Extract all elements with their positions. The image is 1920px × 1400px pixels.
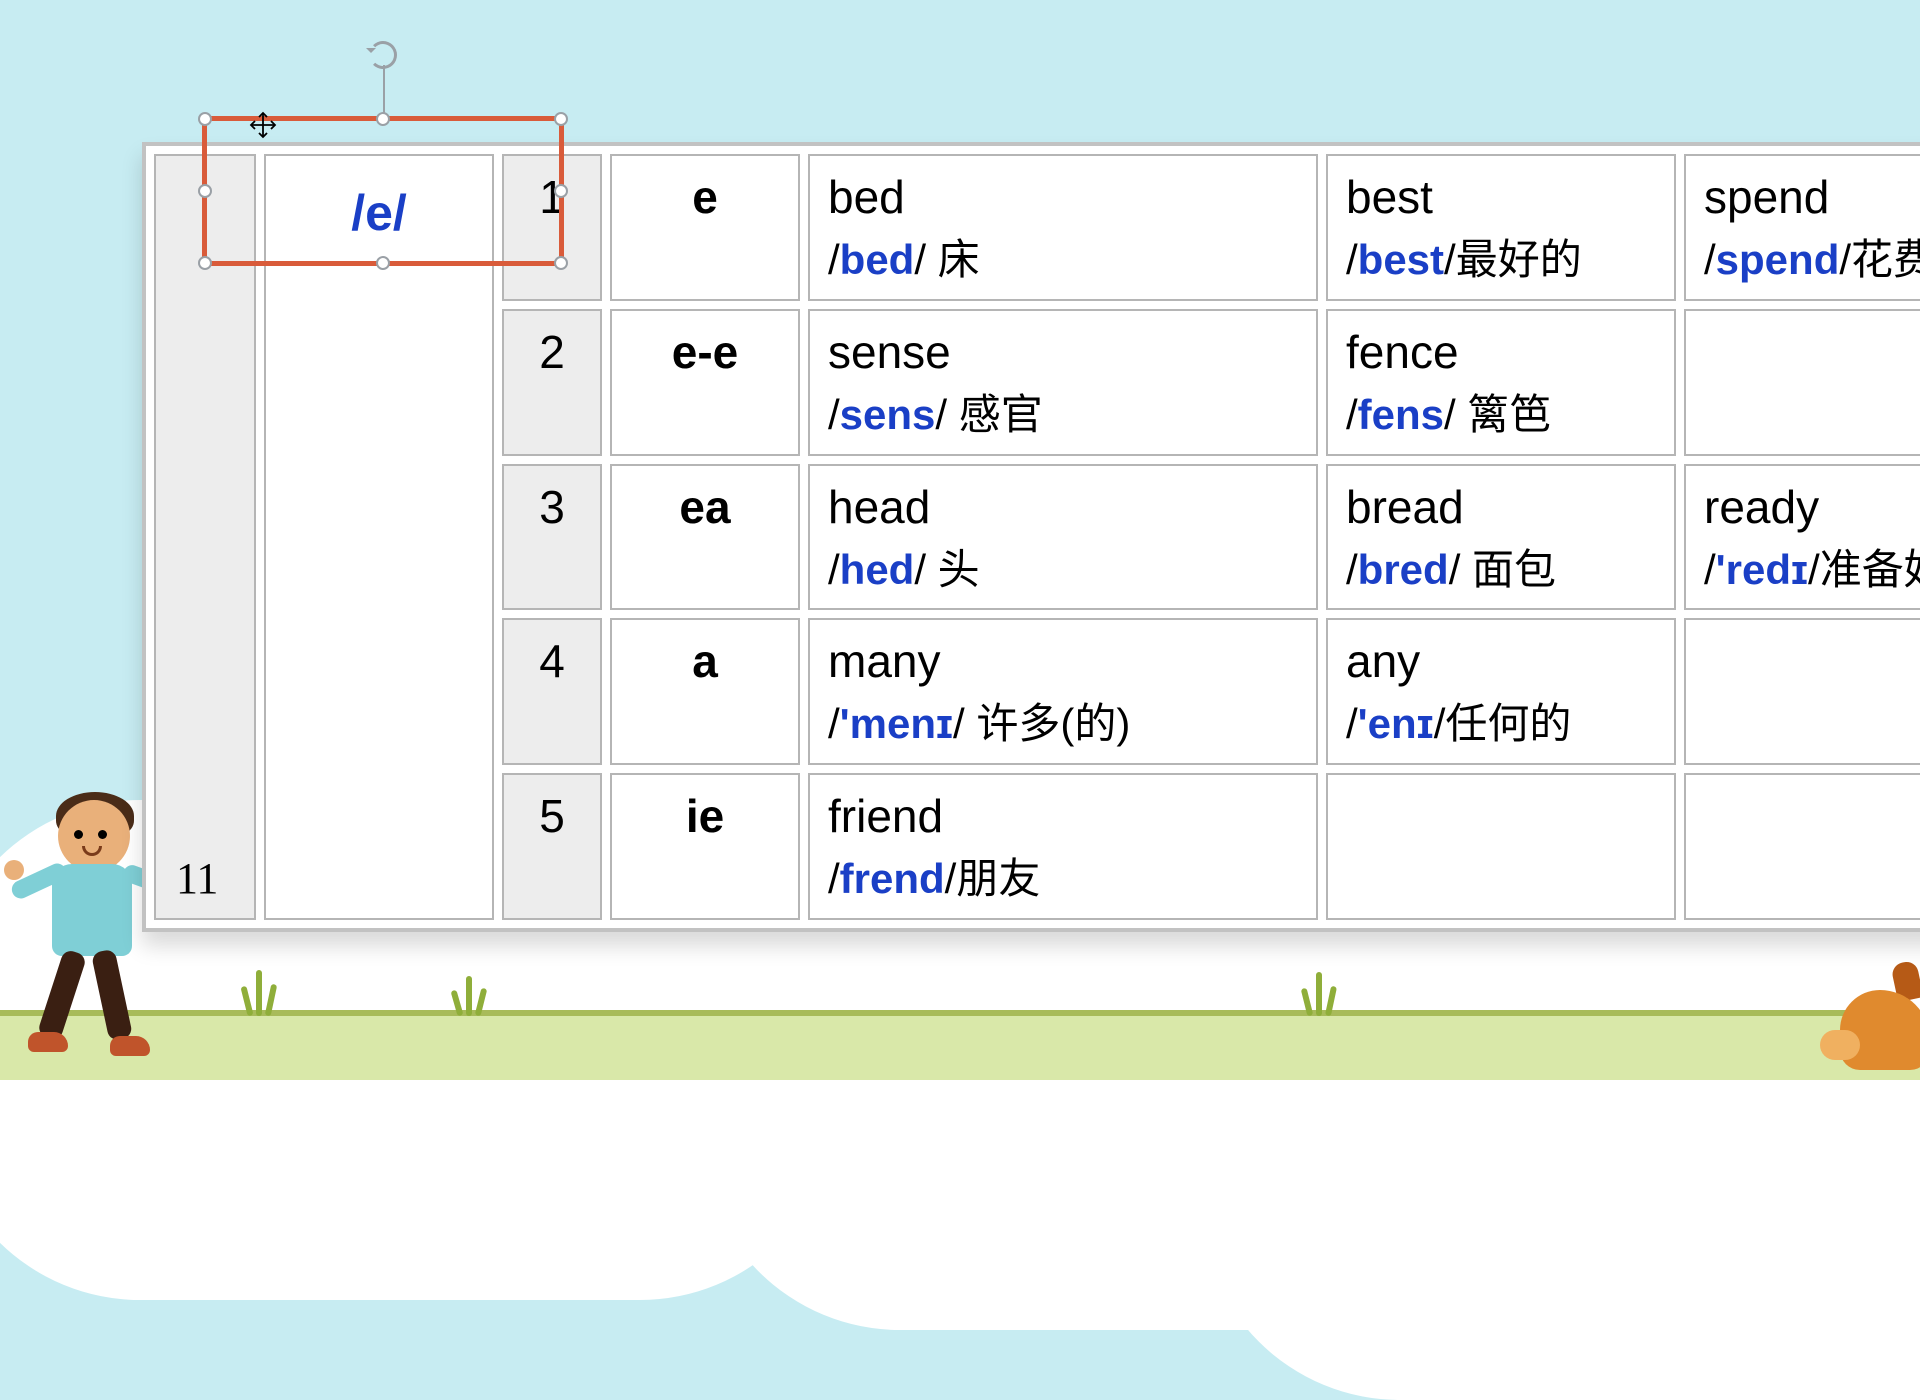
word-pronunciation: /hed/ 头 xyxy=(828,542,1298,599)
ground-decoration xyxy=(0,1010,1920,1080)
spelling-pattern: e-e xyxy=(610,309,800,456)
grass-decoration xyxy=(240,966,280,1016)
resize-handle-tr[interactable] xyxy=(554,112,568,126)
word-text: friend xyxy=(828,785,1298,847)
row-number: 5 xyxy=(502,773,602,920)
word-cell: bed/bed/ 床 xyxy=(808,154,1318,301)
word-cell-empty xyxy=(1684,618,1920,765)
word-cell: spend/spend/花费 xyxy=(1684,154,1920,301)
dog-illustration xyxy=(1810,950,1920,1070)
word-text: many xyxy=(828,630,1298,692)
word-cell: head/hed/ 头 xyxy=(808,464,1318,611)
word-text: bed xyxy=(828,166,1298,228)
word-text: head xyxy=(828,476,1298,538)
table-row: 11/e/1ebed/bed/ 床best/best/最好的spend/spen… xyxy=(154,154,1920,301)
row-number: 3 xyxy=(502,464,602,611)
word-cell: sense/sens/ 感官 xyxy=(808,309,1318,456)
resize-handle-tl[interactable] xyxy=(198,112,212,126)
spelling-pattern: ie xyxy=(610,773,800,920)
word-cell-empty xyxy=(1684,309,1920,456)
word-text: any xyxy=(1346,630,1656,692)
word-pronunciation: /'menɪ/ 许多(的) xyxy=(828,696,1298,753)
word-text: bread xyxy=(1346,476,1656,538)
word-cell: best/best/最好的 xyxy=(1326,154,1676,301)
word-cell: many/'menɪ/ 许多(的) xyxy=(808,618,1318,765)
spelling-pattern: a xyxy=(610,618,800,765)
word-text: spend xyxy=(1704,166,1920,228)
page-number: 11 xyxy=(176,854,218,903)
row-number: 1 xyxy=(502,154,602,301)
word-pronunciation: /best/最好的 xyxy=(1346,232,1656,289)
word-pronunciation: /'enɪ/任何的 xyxy=(1346,696,1656,753)
word-cell-empty xyxy=(1684,773,1920,920)
page-number-cell: 11 xyxy=(154,154,256,920)
word-text: ready xyxy=(1704,476,1920,538)
rotate-connector xyxy=(383,65,385,113)
sound-cell[interactable]: /e/ xyxy=(264,154,494,920)
sound-label: /e/ xyxy=(284,180,474,248)
word-pronunciation: /bed/ 床 xyxy=(828,232,1298,289)
word-cell: fence/fens/ 篱笆 xyxy=(1326,309,1676,456)
word-pronunciation: /spend/花费 xyxy=(1704,232,1920,289)
spelling-pattern: e xyxy=(610,154,800,301)
word-pronunciation: /fens/ 篱笆 xyxy=(1346,387,1656,444)
word-cell-empty xyxy=(1326,773,1676,920)
word-cell: bread/bred/ 面包 xyxy=(1326,464,1676,611)
phonics-table: 11/e/1ebed/bed/ 床best/best/最好的spend/spen… xyxy=(142,142,1920,932)
word-pronunciation: /sens/ 感官 xyxy=(828,387,1298,444)
grass-decoration xyxy=(1300,966,1340,1016)
word-cell: friend/frend/朋友 xyxy=(808,773,1318,920)
word-cell: any/'enɪ/任何的 xyxy=(1326,618,1676,765)
word-pronunciation: /'redɪ/准备好 xyxy=(1704,542,1920,599)
row-number: 4 xyxy=(502,618,602,765)
resize-handle-tm[interactable] xyxy=(376,112,390,126)
grass-decoration xyxy=(450,966,490,1016)
spelling-pattern: ea xyxy=(610,464,800,611)
word-text: sense xyxy=(828,321,1298,383)
word-pronunciation: /bred/ 面包 xyxy=(1346,542,1656,599)
word-text: best xyxy=(1346,166,1656,228)
row-number: 2 xyxy=(502,309,602,456)
word-text: fence xyxy=(1346,321,1656,383)
rotate-handle-icon[interactable] xyxy=(369,41,397,69)
word-cell: ready/'redɪ/准备好 xyxy=(1684,464,1920,611)
word-pronunciation: /frend/朋友 xyxy=(828,851,1298,908)
